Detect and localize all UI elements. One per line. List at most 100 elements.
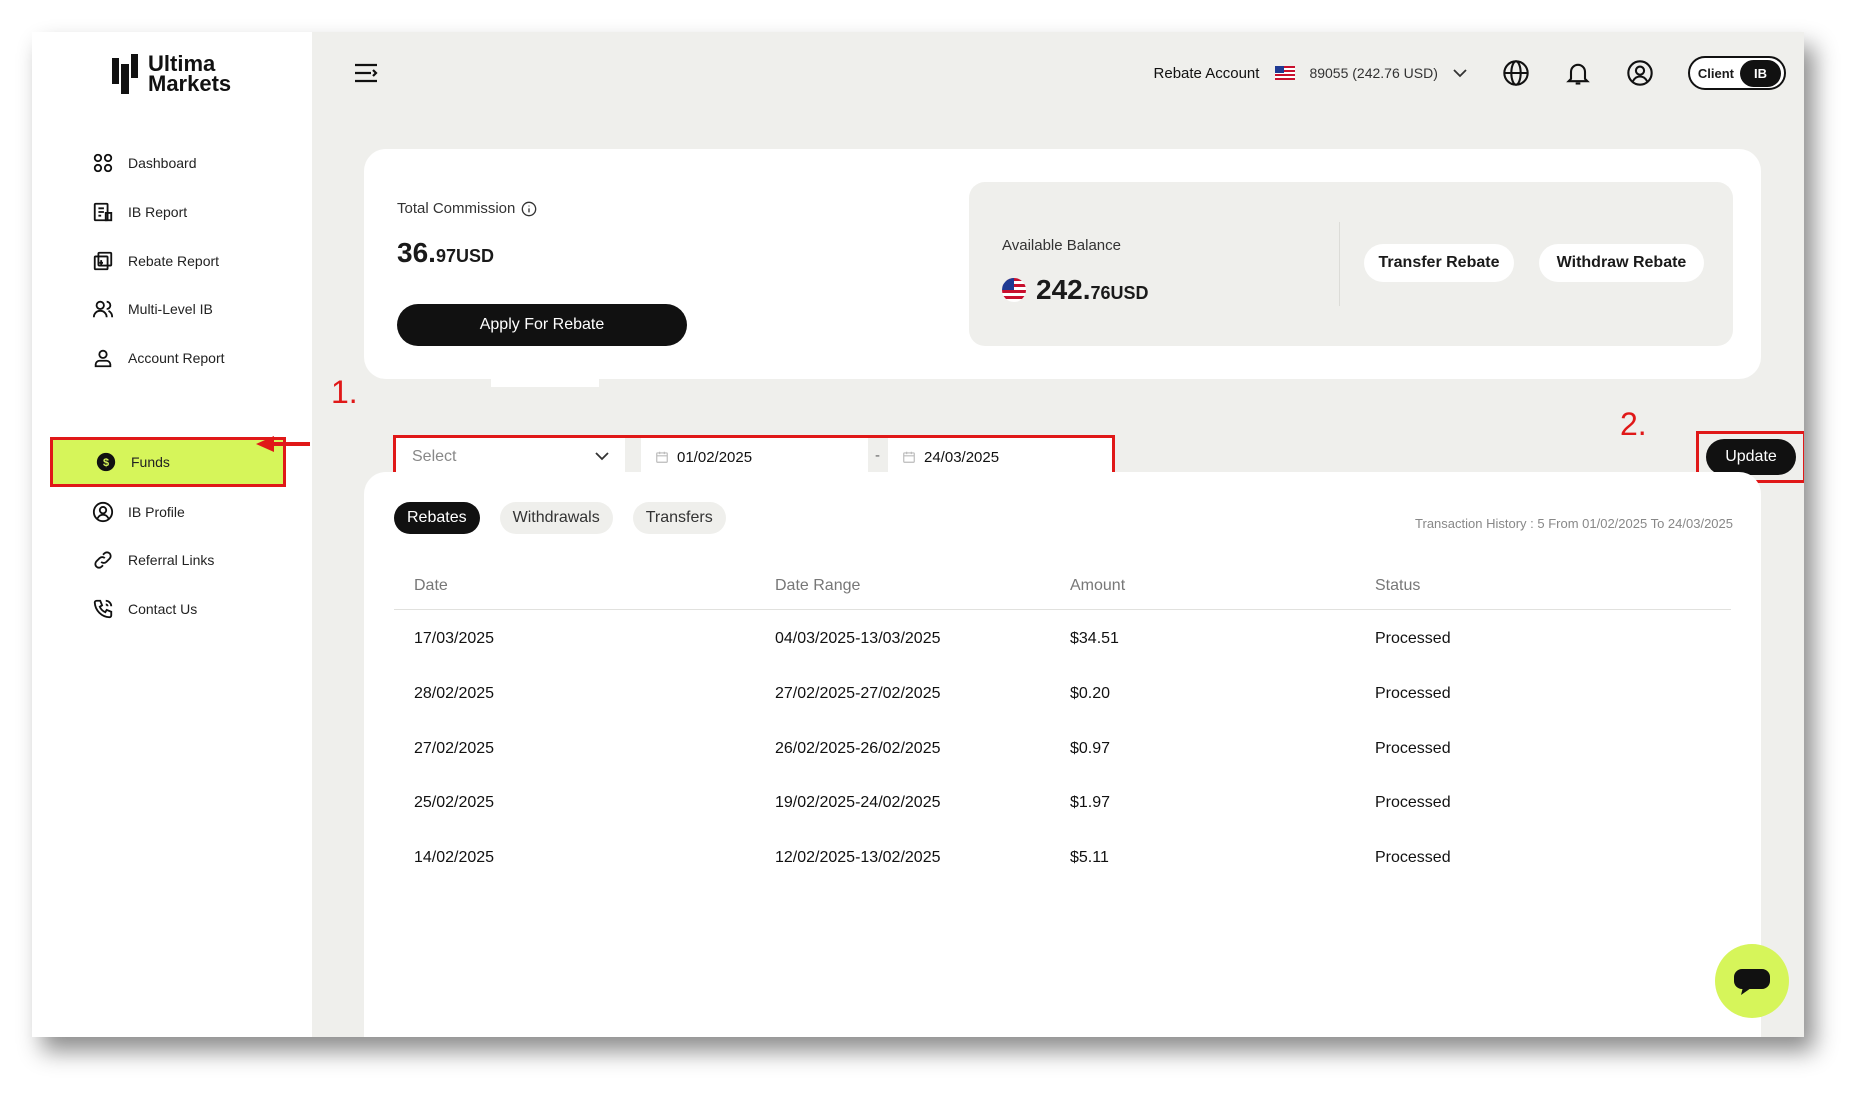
sidebar-item-contact-us[interactable]: Contact Us — [72, 587, 276, 631]
sidebar-item-referral-links[interactable]: Referral Links — [72, 538, 276, 582]
divider — [1339, 222, 1340, 306]
cell-status: Processed — [1375, 849, 1451, 866]
cell-amount: $0.97 — [1070, 740, 1111, 757]
date-from-value: 01/02/2025 — [677, 448, 753, 466]
sidebar-item-label: Dashboard — [128, 155, 197, 171]
cell-status: Processed — [1375, 794, 1451, 811]
sidebar-item-label: Contact Us — [128, 601, 198, 617]
brand-name: Ultima Markets — [148, 51, 232, 96]
account-selector[interactable]: 89055 (242.76 USD) — [1309, 65, 1437, 81]
users-icon — [92, 300, 114, 318]
sidebar-item-label: Funds — [131, 454, 170, 470]
sidebar-item-label: IB Report — [128, 204, 188, 220]
withdraw-rebate-button[interactable]: Withdraw Rebate — [1539, 244, 1704, 282]
table-row: 17/03/2025 04/03/2025-13/03/2025 $34.51 … — [394, 616, 1731, 662]
sidebar: Ultima Markets Dashboard IB Report Rebat… — [32, 32, 312, 1037]
cell-date: 27/02/2025 — [414, 740, 495, 757]
step-one-marker: 1. — [331, 374, 358, 410]
table-row: 28/02/2025 27/02/2025-27/02/2025 $0.20 P… — [394, 671, 1731, 717]
chat-button[interactable] — [1715, 944, 1789, 1018]
cell-date-range: 12/02/2025-13/02/2025 — [775, 849, 941, 866]
calendar-icon — [903, 451, 915, 463]
table-row: 25/02/2025 19/02/2025-24/02/2025 $1.97 P… — [394, 780, 1731, 826]
us-flag-icon — [1275, 66, 1296, 80]
rebate-account-select[interactable]: Select — [396, 438, 625, 476]
column-status: Status — [1375, 577, 1421, 594]
chevron-down-icon[interactable] — [1452, 68, 1468, 78]
svg-text:$: $ — [103, 457, 109, 469]
user-icon — [94, 349, 112, 368]
top-header: Rebate Account 89055 (242.76 USD) Client… — [312, 32, 1804, 112]
funds-icon: $ — [96, 452, 116, 472]
date-to-input[interactable]: 24/03/2025 — [888, 438, 1112, 476]
date-from-input[interactable]: 01/02/2025 — [641, 438, 868, 476]
cell-date: 25/02/2025 — [414, 794, 495, 811]
sidebar-item-label: IB Profile — [128, 504, 185, 520]
sidebar-item-ib-report[interactable]: IB Report — [72, 190, 276, 234]
toggle-ib[interactable]: IB — [1740, 59, 1781, 87]
cell-status: Processed — [1375, 685, 1451, 702]
sidebar-item-dashboard[interactable]: Dashboard — [72, 141, 276, 185]
cell-amount: $1.97 — [1070, 794, 1111, 811]
cell-date-range: 19/02/2025-24/02/2025 — [775, 794, 941, 811]
cell-amount: $0.20 — [1070, 685, 1111, 702]
cell-amount: $5.11 — [1070, 849, 1109, 866]
profile-icon — [92, 501, 114, 523]
menu-icon[interactable] — [354, 62, 378, 84]
tab-rebates[interactable]: Rebates — [394, 502, 480, 534]
cell-status: Processed — [1375, 630, 1451, 647]
step-two-marker: 2. — [1620, 406, 1647, 442]
cell-amount: $34.51 — [1070, 630, 1119, 647]
sidebar-item-funds[interactable]: $ Funds — [50, 437, 286, 487]
update-button[interactable]: Update — [1706, 439, 1796, 475]
transaction-summary: Transaction History : 5 From 01/02/2025 … — [1415, 516, 1733, 531]
logo-mark-icon — [112, 54, 138, 94]
link-icon — [94, 551, 112, 569]
sidebar-item-multi-level-ib[interactable]: Multi-Level IB — [72, 287, 276, 331]
summary-card: Total Commission 36.97USD Apply For Reba… — [364, 149, 1761, 379]
sidebar-item-label: Account Report — [128, 350, 225, 366]
tab-withdrawals[interactable]: Withdrawals — [499, 502, 613, 534]
cell-date: 17/03/2025 — [414, 630, 495, 647]
account-circle-icon[interactable] — [1626, 59, 1654, 87]
report-icon — [93, 202, 113, 222]
date-to-value: 24/03/2025 — [924, 448, 1000, 466]
sidebar-item-ib-profile[interactable]: IB Profile — [72, 490, 276, 534]
cell-status: Processed — [1375, 740, 1451, 757]
brand-logo[interactable]: Ultima Markets — [112, 51, 232, 96]
available-balance-panel: Available Balance 242.76USD Transfer Reb… — [969, 182, 1733, 346]
chevron-down-icon — [595, 452, 609, 461]
cell-date-range: 26/02/2025-26/02/2025 — [775, 740, 941, 757]
select-placeholder: Select — [412, 448, 457, 465]
bell-icon[interactable] — [1564, 59, 1592, 87]
available-balance-label: Available Balance — [1002, 237, 1121, 254]
calendar-icon — [656, 451, 668, 463]
total-commission-label: Total Commission — [397, 200, 537, 217]
info-icon[interactable] — [521, 201, 537, 217]
column-date: Date — [414, 577, 448, 594]
sidebar-item-rebate-report[interactable]: Rebate Report — [72, 239, 276, 283]
transfer-rebate-button[interactable]: Transfer Rebate — [1364, 244, 1514, 282]
card-tab-notch — [491, 377, 599, 387]
column-amount: Amount — [1070, 577, 1126, 594]
table-row: 14/02/2025 12/02/2025-13/02/2025 $5.11 P… — [394, 835, 1731, 881]
globe-icon[interactable] — [1502, 59, 1530, 87]
apply-for-rebate-button[interactable]: Apply For Rebate — [397, 304, 687, 346]
rebate-report-icon — [93, 251, 113, 271]
cell-date-range: 04/03/2025-13/03/2025 — [775, 630, 941, 647]
chat-icon — [1734, 969, 1770, 995]
available-balance-value: 242.76USD — [1002, 274, 1149, 306]
app-window: Ultima Markets Dashboard IB Report Rebat… — [32, 32, 1804, 1037]
header-actions: Rebate Account 89055 (242.76 USD) Client… — [1154, 56, 1786, 90]
transaction-card: Rebates Withdrawals Transfers Transactio… — [364, 472, 1761, 1037]
cell-date-range: 27/02/2025-27/02/2025 — [775, 685, 941, 702]
tab-transfers[interactable]: Transfers — [632, 502, 726, 534]
dashboard-icon — [93, 153, 113, 173]
toggle-client[interactable]: Client — [1698, 66, 1734, 81]
cell-date: 28/02/2025 — [414, 685, 495, 702]
us-flag-icon — [1002, 278, 1026, 302]
sidebar-item-label: Referral Links — [128, 552, 215, 568]
phone-icon — [93, 599, 113, 619]
sidebar-item-account-report[interactable]: Account Report — [72, 336, 276, 380]
client-ib-toggle[interactable]: Client IB — [1687, 56, 1786, 90]
